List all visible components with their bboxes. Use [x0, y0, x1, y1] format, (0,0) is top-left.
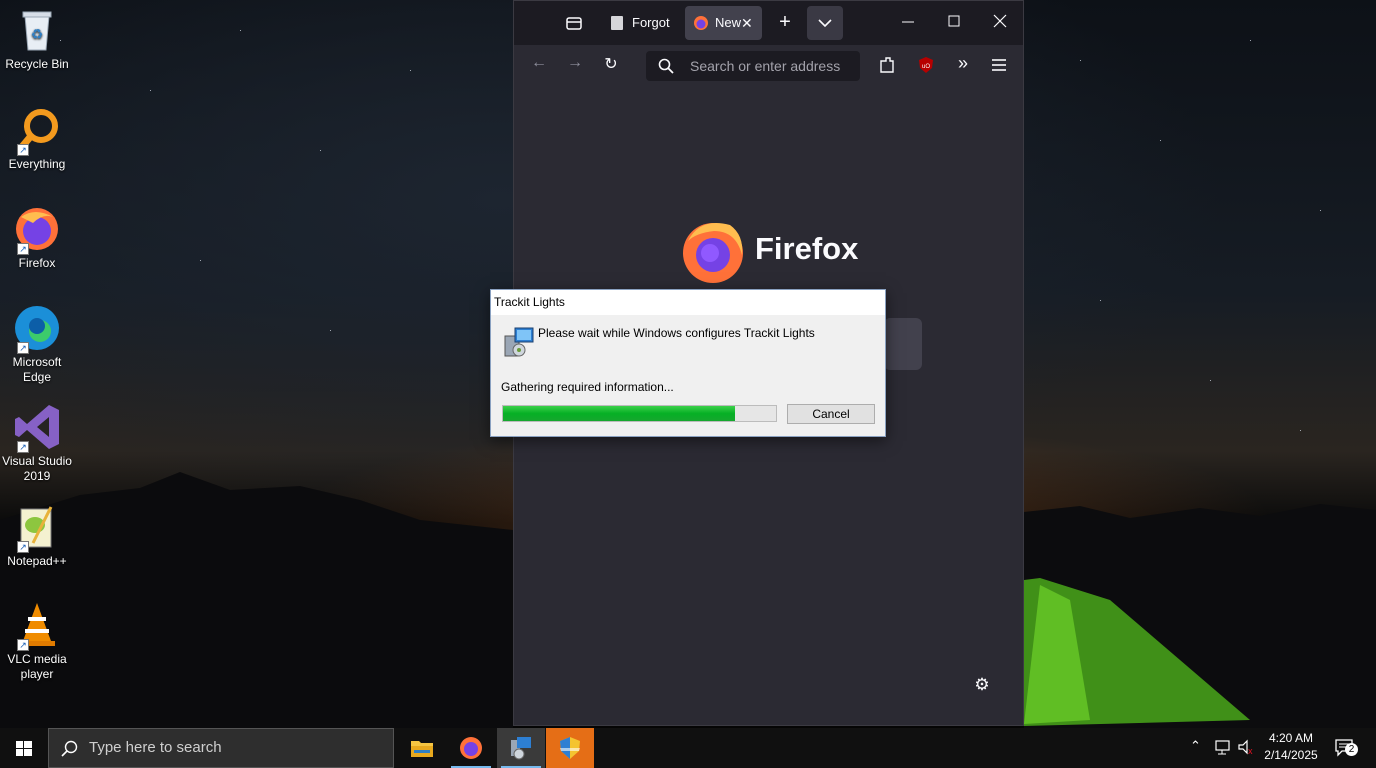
desktop-icon-vlc[interactable]: ↗ VLC media player — [0, 601, 74, 682]
taskbar: Type here to search ⌃ x 4:20 AM 2/14/202… — [0, 728, 1376, 768]
recycle-bin-icon: ♻ — [13, 6, 61, 54]
desktop-icon-microsoft-edge[interactable]: ↗ Microsoft Edge — [0, 304, 74, 385]
network-icon[interactable] — [1214, 738, 1232, 759]
desktop-icon-firefox[interactable]: ↗ Firefox — [0, 205, 74, 271]
search-placeholder: Type here to search — [89, 739, 222, 756]
tab-new[interactable]: New ✕ — [685, 6, 762, 40]
tab-label: Forgot — [632, 15, 670, 30]
visual-studio-icon: ↗ — [13, 403, 61, 453]
page-icon — [611, 16, 623, 30]
taskbar-uac-prompt[interactable] — [546, 728, 594, 768]
list-all-tabs-button[interactable] — [807, 6, 843, 40]
shield-icon — [560, 737, 580, 759]
firefox-wordmark: Firefox — [755, 231, 859, 266]
firefox-logo-icon — [683, 223, 743, 283]
svg-text:♻: ♻ — [31, 26, 44, 42]
tab-forgot[interactable]: Forgot — [602, 6, 682, 40]
gear-icon[interactable]: ⚙ — [972, 675, 992, 695]
windows-logo-icon — [16, 741, 32, 756]
vlc-icon: ↗ — [13, 601, 61, 651]
tab-bar: Forgot New ✕ + — [514, 1, 1023, 45]
shortcut-arrow-icon: ↗ — [17, 342, 29, 354]
navigation-toolbar: ← → ↻ Search or enter address uO » — [514, 45, 1023, 87]
dialog-status-text: Gathering required information... — [501, 380, 674, 394]
firefox-view-button[interactable] — [562, 13, 586, 35]
dialog-message: Please wait while Windows configures Tra… — [538, 326, 815, 340]
shortcut-arrow-icon: ↗ — [17, 243, 29, 255]
new-tab-icon[interactable]: + — [774, 11, 796, 35]
firefox-icon — [694, 16, 708, 30]
newtab-search-box[interactable] — [884, 318, 922, 370]
desktop-icon-label: Firefox — [18, 256, 56, 270]
firefox-view-icon — [566, 17, 582, 30]
ublock-origin-button[interactable]: uO — [916, 55, 936, 75]
edge-icon: ↗ — [13, 304, 61, 354]
desktop-icon-label: Notepad++ — [7, 554, 67, 568]
taskbar-installer[interactable] — [497, 728, 545, 768]
clock-time: 4:20 AM — [1268, 731, 1314, 745]
chevron-down-icon — [818, 19, 832, 28]
address-bar[interactable]: Search or enter address — [646, 51, 860, 81]
close-window-icon[interactable] — [990, 9, 1010, 33]
search-icon — [61, 740, 78, 757]
desktop-icon-label: Microsoft Edge — [12, 355, 62, 384]
show-hidden-icons-chevron-icon[interactable]: ⌃ — [1190, 738, 1201, 754]
cancel-button[interactable]: Cancel — [787, 404, 875, 424]
notification-center-button[interactable]: 2 — [1334, 737, 1358, 762]
desktop-icon-label: VLC media player — [7, 652, 67, 681]
forward-icon[interactable]: → — [564, 54, 586, 76]
taskbar-search-box[interactable]: Type here to search — [48, 728, 394, 768]
firefox-icon: ↗ — [13, 205, 61, 255]
notification-count-badge: 2 — [1345, 743, 1358, 756]
desktop-icon-everything[interactable]: ↗ Everything — [0, 106, 74, 172]
minimize-icon[interactable] — [898, 9, 918, 33]
everything-search-icon: ↗ — [13, 106, 61, 156]
search-icon — [658, 58, 674, 74]
dialog-title: Trackit Lights — [491, 290, 885, 315]
taskbar-firefox[interactable] — [447, 728, 495, 768]
firefox-icon — [460, 737, 482, 759]
maximize-icon[interactable] — [944, 9, 964, 33]
taskbar-file-explorer[interactable] — [398, 728, 446, 768]
puzzle-icon — [880, 57, 894, 73]
start-button[interactable] — [0, 728, 48, 768]
ublock-origin-icon: uO — [919, 57, 933, 73]
volume-muted-icon[interactable]: x — [1237, 738, 1255, 759]
desktop-icon-label: Visual Studio 2019 — [2, 454, 72, 483]
installer-icon — [511, 737, 531, 760]
installer-icon — [504, 327, 534, 357]
desktop-icon-label: Everything — [8, 157, 66, 171]
address-placeholder: Search or enter address — [690, 58, 841, 74]
svg-text:x: x — [1248, 746, 1253, 756]
desktop-icon-notepad-plus-plus[interactable]: ↗ Notepad++ — [0, 503, 74, 569]
shortcut-arrow-icon: ↗ — [17, 441, 29, 453]
desktop-icon-recycle-bin[interactable]: ♻ Recycle Bin — [0, 6, 74, 72]
clock-date: 2/14/2025 — [1264, 748, 1318, 762]
tab-label: New — [715, 15, 742, 30]
svg-text:uO: uO — [922, 64, 930, 70]
shortcut-arrow-icon: ↗ — [17, 144, 29, 156]
overflow-chevron-icon[interactable]: » — [952, 53, 974, 77]
desktop-icon-visual-studio[interactable]: ↗ Visual Studio 2019 — [0, 403, 74, 484]
shortcut-arrow-icon: ↗ — [17, 541, 29, 553]
extensions-button[interactable] — [876, 54, 898, 76]
progress-bar — [502, 405, 777, 422]
system-clock[interactable]: 4:20 AM 2/14/2025 — [1258, 730, 1324, 764]
notepad-plus-plus-icon: ↗ — [13, 503, 61, 553]
back-icon[interactable]: ← — [528, 54, 550, 76]
close-tab-icon[interactable]: ✕ — [741, 6, 753, 40]
shortcut-arrow-icon: ↗ — [17, 639, 29, 651]
menu-icon[interactable] — [988, 53, 1010, 77]
desktop-icon-label: Recycle Bin — [5, 57, 69, 71]
progress-bar-fill — [503, 406, 736, 421]
folder-icon — [411, 741, 433, 757]
installer-dialog[interactable]: Trackit Lights Please wait while Windows… — [490, 289, 886, 437]
reload-icon[interactable]: ↻ — [600, 54, 622, 76]
